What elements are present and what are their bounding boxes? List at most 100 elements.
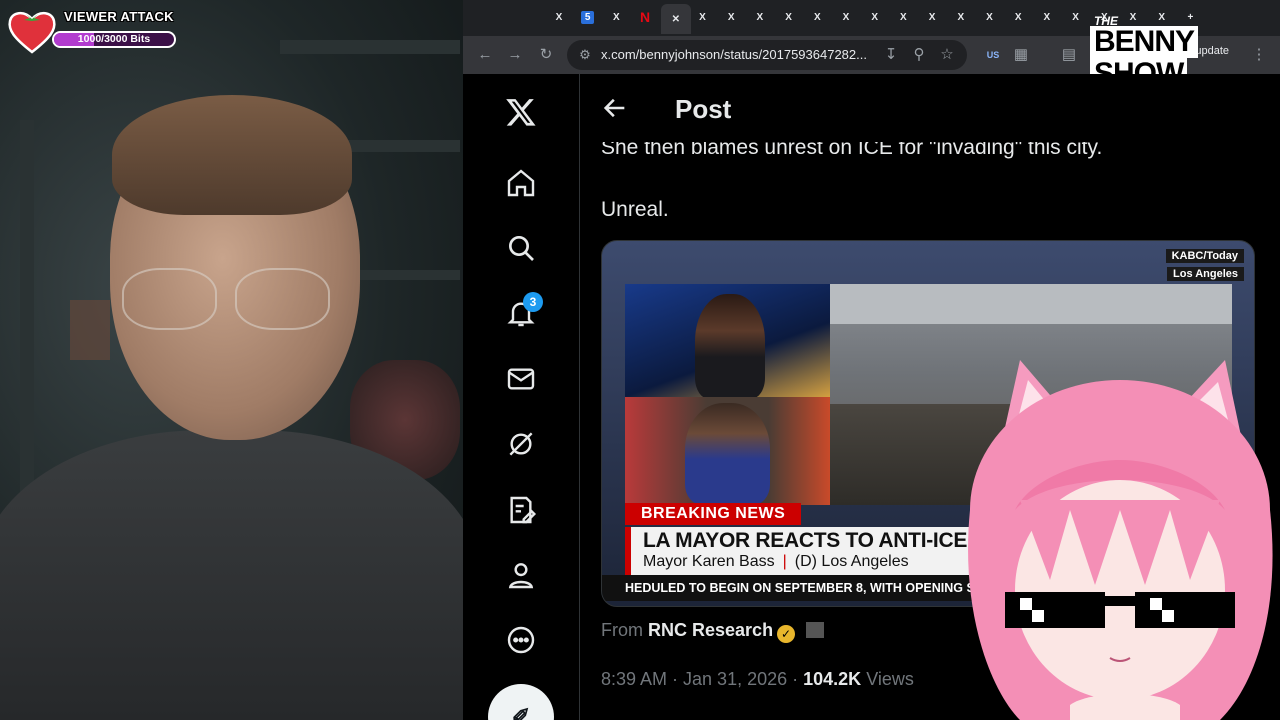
browser-tab[interactable]: ✕ bbox=[660, 4, 691, 34]
browser-tab[interactable]: X bbox=[776, 6, 802, 28]
x-icon: X bbox=[785, 11, 792, 23]
compose-post-button[interactable]: ✐ bbox=[488, 684, 554, 720]
extensions-puzzle-icon[interactable]: ▦ bbox=[1011, 45, 1031, 65]
viewer-attack-title: VIEWER ATTACK bbox=[64, 9, 174, 24]
post-header: Post bbox=[581, 74, 1280, 142]
mayor-video-frame bbox=[625, 397, 830, 505]
news-subline: Mayor Karen Bass | (D) Los Angeles bbox=[643, 553, 909, 570]
mayor-karen-bass bbox=[685, 403, 770, 505]
x-icon: X bbox=[842, 11, 850, 23]
from-account-name[interactable]: RNC Research bbox=[648, 620, 773, 640]
breaking-news-label: BREAKING NEWS bbox=[625, 503, 802, 525]
search-icon[interactable] bbox=[503, 230, 539, 266]
back-arrow-icon[interactable] bbox=[601, 94, 629, 122]
x-icon: X bbox=[928, 11, 936, 23]
logo-line1: BENNY bbox=[1090, 26, 1199, 58]
bookmark-star-icon[interactable]: ☆ bbox=[937, 45, 957, 65]
glasses-lens bbox=[235, 268, 330, 330]
browser-tab[interactable]: X bbox=[718, 6, 744, 28]
x-icon: X bbox=[900, 11, 907, 23]
browser-tab[interactable]: 5 bbox=[575, 6, 601, 28]
back-nav-icon[interactable]: ← bbox=[475, 45, 495, 65]
shelf bbox=[280, 40, 460, 54]
tomato-heart-icon bbox=[8, 12, 56, 54]
reload-icon[interactable]: ↻ bbox=[536, 45, 556, 65]
x-icon: X bbox=[871, 11, 879, 23]
affiliation-flag-icon bbox=[806, 622, 825, 638]
news-anchor bbox=[695, 294, 765, 399]
browser-tab[interactable]: X bbox=[948, 6, 974, 28]
webcam-feed: VIEWER ATTACK 1000/3000 Bits bbox=[0, 0, 463, 720]
browser-tab[interactable]: X bbox=[890, 6, 916, 28]
from-prefix: From bbox=[601, 620, 643, 640]
grok-icon[interactable] bbox=[503, 426, 539, 462]
more-icon[interactable] bbox=[503, 622, 539, 658]
post-timestamp[interactable]: 8:39 AM · Jan 31, 2026 · bbox=[601, 669, 798, 689]
news-sub-party: (D) Los Angeles bbox=[794, 553, 909, 570]
browser-tab[interactable]: X bbox=[1063, 6, 1089, 28]
post-meta: 8:39 AM · Jan 31, 2026 · 104.2K Views bbox=[601, 669, 914, 690]
profile-icon[interactable] bbox=[503, 557, 539, 593]
browser-tab[interactable]: X bbox=[862, 6, 888, 28]
url-text: x.com/bennyjohnson/status/2017593647282.… bbox=[601, 47, 867, 62]
news-sub-name: Mayor Karen Bass bbox=[643, 553, 775, 570]
page-title: Post bbox=[675, 94, 732, 124]
browser-tab[interactable]: X bbox=[977, 6, 1003, 28]
home-icon[interactable] bbox=[503, 165, 539, 201]
browser-tab[interactable]: X bbox=[747, 6, 773, 28]
browser-tab[interactable]: X bbox=[919, 6, 945, 28]
bits-progress-text: 1000/3000 Bits bbox=[77, 33, 151, 45]
anchor-video-frame bbox=[625, 284, 830, 399]
x-icon: X bbox=[1043, 11, 1051, 23]
compose-feather-icon: ✐ bbox=[511, 704, 531, 720]
x-icon: X bbox=[756, 11, 764, 23]
messages-icon[interactable] bbox=[503, 361, 539, 397]
x-icon: X bbox=[957, 11, 965, 23]
menu-kebab-icon[interactable]: ⋮ bbox=[1249, 45, 1269, 65]
views-label: Views bbox=[866, 669, 914, 689]
x-icon: X bbox=[613, 11, 620, 23]
person-shirt bbox=[0, 430, 463, 720]
site-info-icon[interactable]: ⚙ bbox=[577, 47, 593, 63]
tweet-text-line: Unreal. bbox=[601, 198, 669, 221]
x-icon: X bbox=[727, 11, 735, 23]
x-logo-icon[interactable] bbox=[503, 94, 539, 130]
news-location-tag: Los Angeles bbox=[1167, 267, 1244, 281]
x-icon: X bbox=[986, 11, 993, 23]
verified-badge-icon: ✓ bbox=[777, 625, 796, 643]
forward-nav-icon[interactable]: → bbox=[505, 45, 525, 65]
five-icon: 5 bbox=[581, 10, 595, 24]
extension-badge[interactable]: US bbox=[983, 45, 1003, 65]
x-icon: X bbox=[1014, 11, 1022, 23]
x-icon: X bbox=[1072, 11, 1079, 23]
browser-tab[interactable]: X bbox=[690, 6, 716, 28]
person-hair bbox=[112, 95, 352, 215]
reading-mode-icon[interactable]: ▤ bbox=[1059, 45, 1079, 65]
install-icon[interactable]: ↧ bbox=[881, 45, 901, 65]
x-icon: X bbox=[813, 11, 821, 23]
browser-tab[interactable]: X bbox=[546, 6, 572, 28]
news-source-tag: KABC/Today bbox=[1165, 249, 1244, 263]
views-count: 104.2K bbox=[803, 669, 862, 689]
x-sidebar-nav: 3 ✐ bbox=[463, 74, 580, 720]
x-icon: X bbox=[699, 11, 706, 23]
notification-count-badge: 3 bbox=[523, 292, 543, 312]
zoom-icon[interactable]: ⚲ bbox=[909, 45, 929, 65]
glasses-lens bbox=[122, 268, 217, 330]
address-bar[interactable]: ⚙ x.com/bennyjohnson/status/201759364728… bbox=[567, 40, 967, 70]
x-icon: X bbox=[555, 11, 563, 23]
browser-tab[interactable]: X bbox=[1034, 6, 1060, 28]
viewer-attack-widget: VIEWER ATTACK 1000/3000 Bits bbox=[6, 6, 176, 54]
lists-icon[interactable] bbox=[503, 492, 539, 528]
browser-tab[interactable]: X bbox=[603, 6, 629, 28]
browser-tab[interactable]: X bbox=[1005, 6, 1031, 28]
bits-progress-bar: 1000/3000 Bits bbox=[52, 31, 176, 48]
picture-frame bbox=[70, 300, 110, 360]
browser-tab[interactable]: X bbox=[833, 6, 859, 28]
quoted-from-line: From RNC Research ✓ bbox=[601, 620, 825, 643]
building-facade bbox=[830, 284, 1232, 324]
browser-tab[interactable]: N bbox=[632, 6, 658, 28]
browser-tab[interactable]: X bbox=[804, 6, 830, 28]
vtuber-avatar bbox=[968, 360, 1273, 720]
netflix-icon: N bbox=[640, 9, 651, 25]
